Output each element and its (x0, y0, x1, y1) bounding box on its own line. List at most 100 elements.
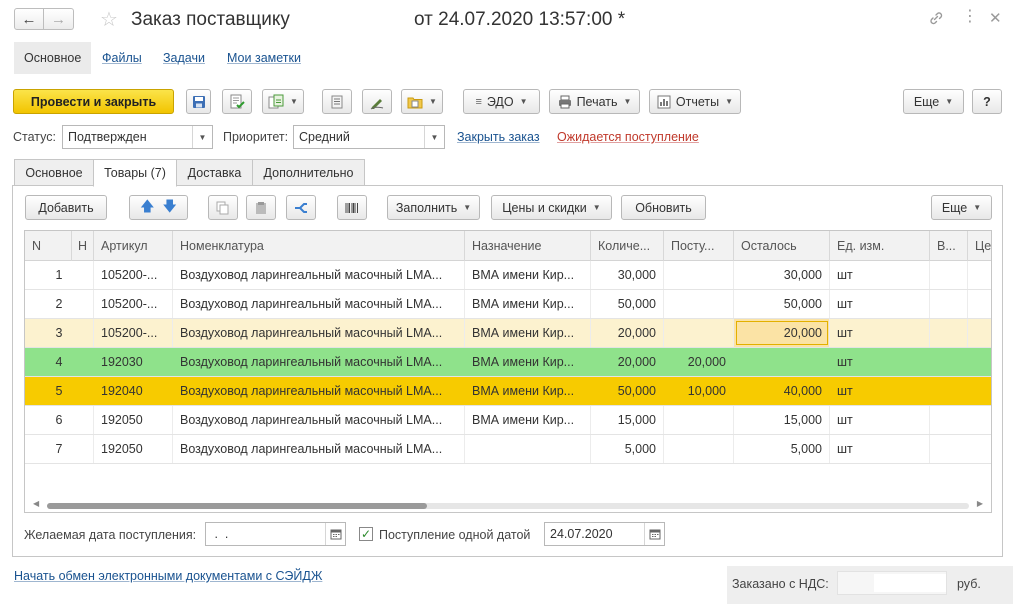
cell-unit: шт (830, 261, 930, 289)
section-tab-main[interactable]: Основное (14, 42, 91, 74)
add-row-button[interactable]: Добавить (25, 195, 107, 220)
cell-received (664, 319, 734, 347)
print-label: Печать (576, 94, 618, 109)
post-button[interactable] (222, 89, 252, 114)
fill-button[interactable]: Заполнить ▼ (387, 195, 480, 220)
cell-article: 105200-... (94, 290, 173, 318)
cell-n: 7 (25, 435, 94, 463)
cell-n: 2 (25, 290, 94, 318)
favorite-star-icon[interactable]: ☆ (100, 7, 118, 32)
close-order-link[interactable]: Закрыть заказ (457, 130, 540, 144)
cell-article: 105200-... (94, 319, 173, 347)
more-menu-icon[interactable]: ⋮ (962, 9, 978, 25)
table-row[interactable]: 7 192050 Воздуховод ларингеальный масочн… (25, 435, 991, 464)
calendar-icon[interactable] (644, 523, 664, 545)
table-row[interactable]: 5 192040 Воздуховод ларингеальный масочн… (25, 377, 991, 406)
section-tab-notes[interactable]: Мои заметки (217, 42, 311, 74)
cell-quantity: 15,000 (591, 406, 664, 434)
cell-received (664, 261, 734, 289)
cell-quantity: 20,000 (591, 319, 664, 347)
priority-select[interactable]: Средний ▼ (293, 125, 445, 149)
goods-table[interactable]: N Н Артикул Номенклатура Назначение Коли… (24, 230, 992, 513)
table-more-button[interactable]: Еще ▼ (931, 195, 992, 220)
edo-button[interactable]: ≡ ЭДО ▼ (463, 89, 540, 114)
column-header-nomenclature[interactable]: Номенклатура (173, 231, 465, 261)
save-button[interactable] (186, 89, 211, 114)
create-based-on-button[interactable]: ▼ (262, 89, 304, 114)
cell-destination: ВМА имени Кир... (465, 319, 591, 347)
column-header-destination[interactable]: Назначение (465, 231, 591, 261)
reports-icon (657, 95, 671, 108)
post-and-close-button[interactable]: Провести и закрыть (13, 89, 174, 114)
cell-n: 3 (25, 319, 94, 347)
total-value-field (837, 571, 947, 595)
column-header-remaining[interactable]: Осталось (734, 231, 830, 261)
prices-discounts-button[interactable]: Цены и скидки ▼ (491, 195, 612, 220)
more-button[interactable]: Еще ▼ (903, 89, 964, 114)
barcode-button[interactable] (337, 195, 367, 220)
sign-button[interactable] (362, 89, 392, 114)
move-buttons[interactable]: 🡅 🡇 (129, 195, 188, 220)
column-header-unit[interactable]: Ед. изм. (830, 231, 930, 261)
arrow-up-icon[interactable]: 🡅 (140, 196, 154, 220)
cell-nomenclature: Воздуховод ларингеальный масочный LMA... (173, 406, 465, 434)
start-edo-link[interactable]: Начать обмен электронными документами с … (14, 569, 322, 583)
split-row-button[interactable] (286, 195, 316, 220)
tab-goods[interactable]: Товары (7) (93, 159, 177, 187)
table-row[interactable]: 6 192050 Воздуховод ларингеальный масочн… (25, 406, 991, 435)
printer-icon (558, 95, 571, 108)
forward-button[interactable]: → (44, 8, 74, 30)
link-icon[interactable] (928, 10, 944, 29)
column-header-n[interactable]: N (25, 231, 72, 261)
single-date-field[interactable]: 24.07.2020 (544, 522, 665, 546)
table-row[interactable]: 1 105200-... Воздуховод ларингеальный ма… (25, 261, 991, 290)
help-button[interactable]: ? (972, 89, 1002, 114)
arrow-down-icon[interactable]: 🡇 (163, 196, 177, 220)
cell-unit: шт (830, 406, 930, 434)
currency-label: руб. (957, 577, 981, 591)
calendar-icon[interactable] (325, 523, 345, 545)
reports-button[interactable]: Отчеты ▼ (649, 89, 741, 114)
column-header-quantity[interactable]: Количе... (591, 231, 664, 261)
section-tab-tasks[interactable]: Задачи (153, 42, 215, 74)
column-header-flag[interactable]: Н (72, 231, 94, 261)
column-header-price[interactable]: Це (968, 231, 991, 261)
table-row[interactable]: 2 105200-... Воздуховод ларингеальный ма… (25, 290, 991, 319)
table-row-selected[interactable]: 3 105200-... Воздуховод ларингеальный ма… (25, 319, 991, 348)
awaiting-receipt-link[interactable]: Ожидается поступление (557, 130, 699, 144)
status-select[interactable]: Подтвержден ▼ (62, 125, 213, 149)
refresh-button[interactable]: Обновить (621, 195, 706, 220)
cell-nomenclature: Воздуховод ларингеальный масочный LMA... (173, 261, 465, 289)
priority-value: Средний (299, 130, 350, 144)
save-icon (192, 95, 205, 108)
cell-remaining-focused[interactable]: 20,000 (734, 319, 830, 347)
desired-date-label: Желаемая дата поступления: (24, 528, 197, 542)
table-row[interactable]: 4 192030 Воздуховод ларингеальный масочн… (25, 348, 991, 377)
tab-delivery[interactable]: Доставка (176, 159, 253, 186)
attachments-button[interactable]: ▼ (401, 89, 443, 114)
single-date-checkbox[interactable]: ✓ (359, 527, 373, 541)
tab-additional[interactable]: Дополнительно (252, 159, 365, 186)
print-button[interactable]: Печать ▼ (549, 89, 640, 114)
column-header-v[interactable]: В... (930, 231, 968, 261)
more-label: Еще (913, 94, 940, 109)
tab-main[interactable]: Основное (14, 159, 94, 186)
column-header-article[interactable]: Артикул (94, 231, 173, 261)
column-header-received[interactable]: Посту... (664, 231, 734, 261)
split-icon (295, 202, 307, 213)
desired-date-field[interactable]: . . (205, 522, 346, 546)
back-button[interactable]: ← (14, 8, 44, 30)
cell-destination: ВМА имени Кир... (465, 377, 591, 405)
close-icon[interactable]: ✕ (989, 9, 1002, 27)
copy-icon (216, 201, 229, 214)
cell-v (930, 261, 968, 289)
total-panel: Заказано с НДС: руб. (727, 566, 1013, 604)
copy-row-button[interactable] (208, 195, 238, 220)
scroll-right-icon[interactable]: ▶ (977, 499, 983, 508)
section-tab-files[interactable]: Файлы (92, 42, 152, 74)
scroll-thumb[interactable] (47, 503, 427, 509)
document-list-button[interactable] (322, 89, 352, 114)
paste-row-button[interactable] (246, 195, 276, 220)
horizontal-scrollbar[interactable]: ◀ ▶ (25, 498, 991, 512)
scroll-left-icon[interactable]: ◀ (33, 499, 39, 508)
